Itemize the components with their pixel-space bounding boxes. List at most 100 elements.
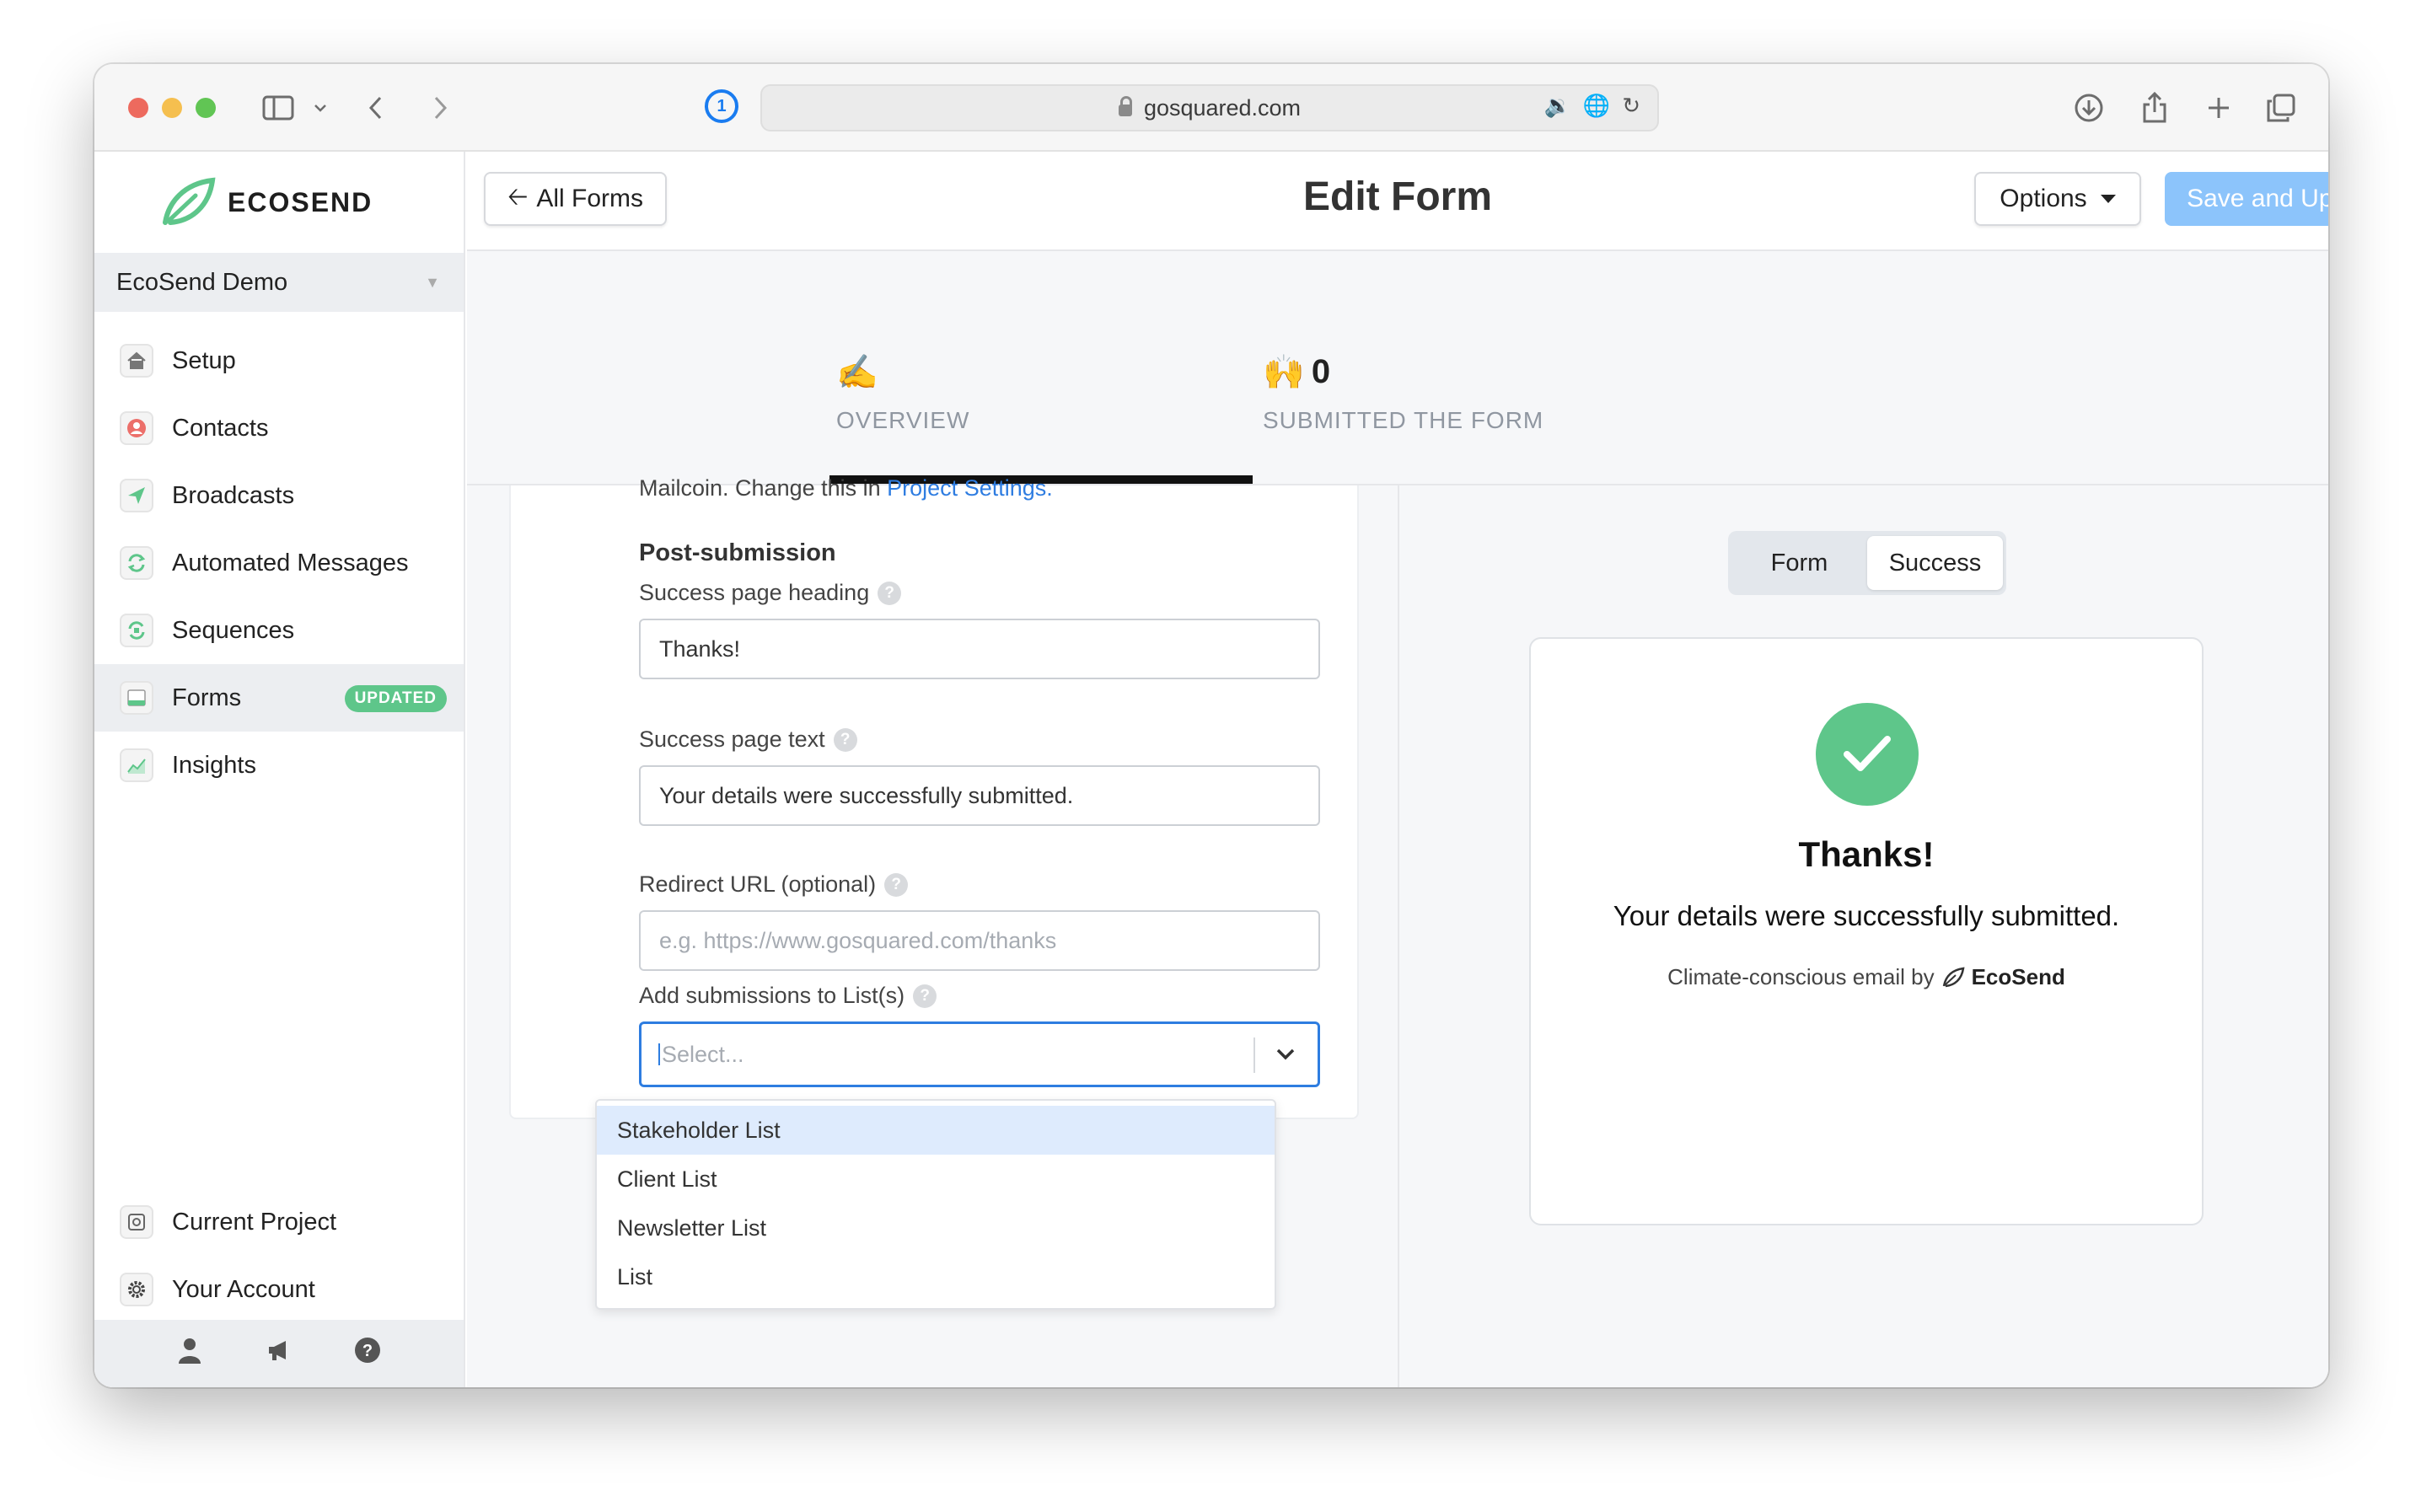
- browser-window: 1 gosquared.com 🔉 🌐 ↻ ECOSEND EcoSend De…: [94, 64, 2328, 1387]
- lists-select[interactable]: Select...: [639, 1021, 1320, 1087]
- user-icon[interactable]: [177, 1337, 202, 1370]
- list-option[interactable]: Newsletter List: [597, 1204, 1275, 1252]
- megaphone-icon[interactable]: [266, 1338, 291, 1369]
- brand-name: ECOSEND: [228, 186, 373, 217]
- page-header: 🡠 All Forms Edit Form Options Save and U…: [467, 152, 2328, 251]
- lists-label: Add submissions to List(s) ?: [639, 983, 937, 1009]
- preview-heading: Thanks!: [1798, 834, 1935, 874]
- forward-arrow-icon[interactable]: [428, 89, 454, 126]
- contacts-icon: [120, 411, 153, 445]
- options-button[interactable]: Options: [1974, 172, 2141, 226]
- stat-label: OVERVIEW: [836, 407, 970, 433]
- home-icon: [120, 344, 153, 378]
- brand-logo[interactable]: ECOSEND: [94, 152, 464, 253]
- sidebar-toggle-icon[interactable]: [260, 89, 297, 126]
- writing-hand-icon: ✍️: [836, 354, 878, 391]
- gear-icon: [120, 1273, 153, 1306]
- list-option[interactable]: Stakeholder List: [597, 1106, 1275, 1155]
- section-title: Post-submission: [639, 539, 836, 566]
- svg-text:?: ?: [362, 1342, 373, 1360]
- minimize-window-button[interactable]: [162, 98, 182, 118]
- preview-toggle: Form Success: [1728, 531, 2006, 595]
- sidebar-item-label: Forms: [172, 684, 242, 711]
- project-settings-link[interactable]: Project Settings.: [887, 475, 1053, 501]
- updated-badge: UPDATED: [344, 685, 447, 712]
- project-selector[interactable]: EcoSend Demo ▼: [94, 253, 464, 312]
- tab-overview[interactable]: ✍️ OVERVIEW: [836, 352, 969, 434]
- preview-text: Your details were successfully submitted…: [1613, 900, 2120, 931]
- sidebar-item-broadcasts[interactable]: Broadcasts: [94, 462, 464, 529]
- audio-icon[interactable]: 🔉: [1543, 93, 1570, 119]
- chevron-down-icon[interactable]: [1270, 1037, 1301, 1071]
- select-separator: [1253, 1037, 1255, 1073]
- translate-icon[interactable]: 🌐: [1583, 93, 1610, 119]
- sidebar-footer: ?: [94, 1320, 464, 1387]
- raised-hands-icon: 🙌 0: [1263, 353, 1331, 391]
- lock-icon: [1118, 96, 1132, 116]
- browser-toolbar: 1 gosquared.com 🔉 🌐 ↻: [94, 64, 2328, 152]
- sidebar-item-sequences[interactable]: Sequences: [94, 597, 464, 664]
- lists-dropdown-menu: Stakeholder List Client List Newsletter …: [595, 1099, 1276, 1310]
- reload-icon[interactable]: ↻: [1622, 93, 1640, 119]
- sidebar-item-automated-messages[interactable]: Automated Messages: [94, 529, 464, 597]
- redirect-url-input[interactable]: e.g. https://www.gosquared.com/thanks: [639, 910, 1320, 971]
- sidebar-item-your-account[interactable]: Your Account: [94, 1256, 464, 1323]
- address-bar[interactable]: gosquared.com 🔉 🌐 ↻: [760, 84, 1659, 131]
- partial-text: Mailcoin. Change this in Project Setting…: [639, 475, 1053, 501]
- sidebar-item-label: Current Project: [172, 1208, 337, 1236]
- leaf-icon: [1942, 967, 1965, 987]
- form-settings-card: Mailcoin. Change this in Project Setting…: [509, 475, 1359, 1119]
- sidebar-item-setup[interactable]: Setup: [94, 327, 464, 394]
- success-text-input[interactable]: Your details were successfully submitted…: [639, 765, 1320, 826]
- sidebar-item-label: Your Account: [172, 1275, 315, 1303]
- stat-label: SUBMITTED THE FORM: [1263, 407, 1544, 433]
- sidebar-item-label: Setup: [172, 346, 236, 374]
- sidebar-item-current-project[interactable]: Current Project: [94, 1188, 464, 1256]
- tab-submitted[interactable]: 🙌 0 SUBMITTED THE FORM: [1263, 352, 1543, 434]
- help-icon[interactable]: ?: [354, 1337, 381, 1370]
- send-icon: [120, 479, 153, 512]
- new-tab-icon[interactable]: [2202, 89, 2236, 126]
- main-content: 🡠 All Forms Edit Form Options Save and U…: [467, 152, 2328, 1387]
- repeat-icon: [120, 546, 153, 580]
- help-icon[interactable]: ?: [913, 984, 937, 1008]
- save-and-update-button[interactable]: Save and Update: [2165, 172, 2328, 226]
- sidebar-item-label: Sequences: [172, 616, 295, 644]
- sidebar-nav: Setup Contacts Broadcasts Automated Mess…: [94, 327, 464, 799]
- password-manager-icon[interactable]: 1: [705, 89, 738, 123]
- sidebar: ECOSEND EcoSend Demo ▼ Setup Contacts Br…: [94, 152, 465, 1387]
- toggle-form[interactable]: Form: [1731, 536, 1867, 590]
- help-icon[interactable]: ?: [884, 872, 909, 897]
- sidebar-item-forms[interactable]: Forms UPDATED: [94, 664, 464, 732]
- sidebar-item-label: Automated Messages: [172, 549, 409, 576]
- url-text: gosquared.com: [1143, 94, 1302, 121]
- success-text-label: Success page text ?: [639, 727, 857, 753]
- stats-bar: ✍️ OVERVIEW 🙌 0 SUBMITTED THE FORM: [467, 251, 2328, 485]
- zoom-window-button[interactable]: [196, 98, 216, 118]
- download-icon[interactable]: [2072, 89, 2106, 126]
- tab-overview-icon[interactable]: [2264, 89, 2298, 126]
- sidebar-item-label: Insights: [172, 751, 256, 779]
- success-heading-input[interactable]: Thanks!: [639, 619, 1320, 679]
- sequence-icon: [120, 614, 153, 647]
- form-icon: [120, 681, 153, 715]
- help-icon[interactable]: ?: [878, 581, 902, 605]
- close-window-button[interactable]: [128, 98, 148, 118]
- chevron-down-icon[interactable]: [310, 89, 330, 126]
- success-heading-label: Success page heading ?: [639, 580, 902, 606]
- list-option[interactable]: List: [597, 1252, 1275, 1301]
- footer-brand[interactable]: EcoSend: [1972, 964, 2065, 990]
- help-icon[interactable]: ?: [833, 727, 857, 752]
- leaf-logo-icon: [163, 177, 216, 225]
- back-arrow-icon[interactable]: [362, 89, 388, 126]
- sidebar-item-insights[interactable]: Insights: [94, 732, 464, 799]
- share-icon[interactable]: [2138, 89, 2171, 126]
- form-editor: Mailcoin. Change this in Project Setting…: [467, 475, 1398, 1387]
- chevron-down-icon: ▼: [425, 273, 440, 291]
- project-name: EcoSend Demo: [116, 268, 288, 296]
- sidebar-item-contacts[interactable]: Contacts: [94, 394, 464, 462]
- toggle-success[interactable]: Success: [1867, 536, 2003, 590]
- sidebar-item-label: Contacts: [172, 414, 269, 442]
- preview-footer: Climate-conscious email by EcoSend: [1667, 964, 2065, 990]
- list-option[interactable]: Client List: [597, 1155, 1275, 1204]
